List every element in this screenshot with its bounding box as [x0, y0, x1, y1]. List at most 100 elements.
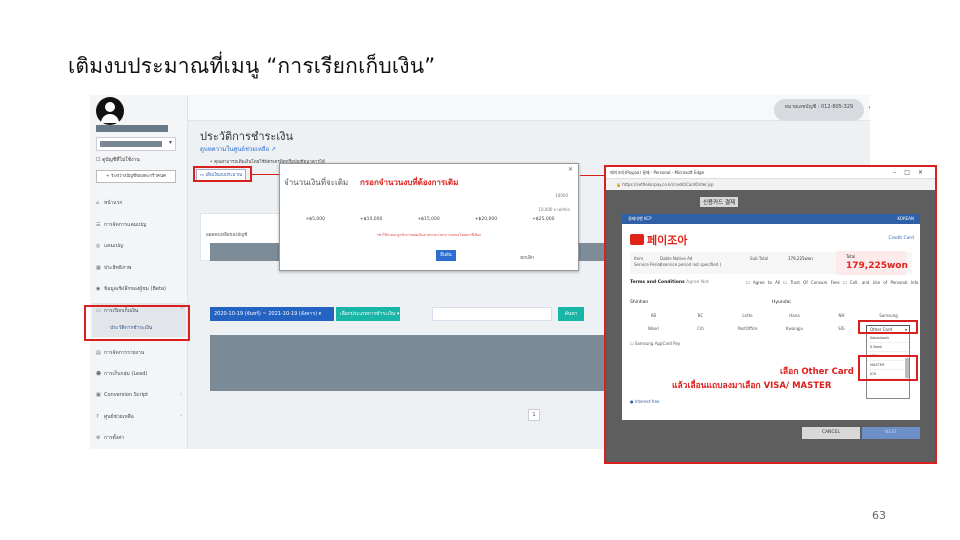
sidebar-item-settings[interactable]: ⚙ การตั้งค่า [96, 434, 124, 442]
people-icon: ☻ [96, 371, 102, 377]
payment-provider: 결제대행 KCP [628, 216, 652, 221]
account-select[interactable]: ▾ [96, 137, 176, 151]
card-option[interactable]: NH [818, 313, 865, 318]
card-option[interactable]: PostOffice [724, 326, 771, 331]
code-icon: ▣ [96, 392, 101, 398]
address-bar[interactable]: 🔒 https://settlekorpay.co.kr/credit/Card… [606, 179, 935, 190]
payment-type-filter[interactable]: เลือกประเภทการชำระเงิน ▾ [336, 307, 400, 321]
sidebar-item-performance[interactable]: ▦ ประสิทธิภาพ [96, 264, 131, 272]
card-option[interactable]: Samsung [865, 313, 912, 318]
date-range-select[interactable]: 2020-10-19 (จันทร์) ~ 2021-10-19 (อังคาร… [210, 307, 334, 321]
quick-amount-button[interactable]: +฿5,000 [305, 217, 325, 229]
page-number: 63 [872, 509, 886, 522]
sidebar-item-label: ข้อมูลเชิงลึกของผู้ชม (Beta) [104, 286, 166, 292]
logo-mark [630, 234, 644, 245]
quick-amount-button[interactable]: +฿25,000 [532, 217, 554, 229]
sidebar-item-audience[interactable]: ◉ ข้อมูลเชิงลึกของผู้ชม (Beta) [96, 285, 166, 293]
card-option[interactable]: Citi [677, 326, 724, 331]
sidebar-item-leads[interactable]: ☻ การเก็บกลุ่ม (Lead) [96, 370, 147, 378]
credit-card-label: Credit Card [888, 236, 915, 241]
chevron-right-icon: › [180, 392, 182, 398]
sidebar: ▾ ☐ ดูบัญชีที่ไม่ใช้งาน + ระหว่างบัญชีขอ… [90, 95, 188, 449]
pagination-page[interactable]: 1 [528, 409, 540, 421]
hyundai-label[interactable]: Hyundai [772, 300, 791, 305]
highlight-billing-menu [84, 305, 190, 341]
popup-heading: 신용카드 결제 [700, 197, 739, 207]
chevron-down-icon: ▾ [168, 139, 172, 146]
terms-label: Terms and Conditions [630, 280, 685, 285]
sidebar-item-label: หน้าแรก [104, 200, 123, 206]
chevron-right-icon: › [180, 413, 182, 419]
close-icon[interactable]: ✕ [568, 166, 573, 173]
search-button[interactable]: ค้นหา [558, 307, 584, 321]
quick-amount-row: +฿5,000 +฿10,000 +฿15,000 +฿20,000 +฿25,… [288, 217, 572, 229]
help-link[interactable]: ดูบทความในศูนย์ช่วยเหลือ ↗ [200, 144, 276, 154]
inactive-accounts-label: ดูบัญชีที่ไม่ใช้งาน [102, 157, 140, 163]
shinhan-label[interactable]: Shinhan [630, 300, 648, 305]
topbar: หมายเลขบัญชี : 012-805-329 ♪ [188, 95, 870, 121]
dropdown-option[interactable]: K Bank [867, 343, 909, 352]
quick-amount-button[interactable]: +฿10,000 [360, 217, 382, 229]
card-option[interactable]: Kwangju [771, 326, 818, 331]
slide-title: เติมงบประมาณที่เมนู “การเรียกเก็บเงิน” [68, 54, 436, 78]
confirm-button[interactable]: ยืนยัน [436, 250, 456, 261]
window-title-bar: 페이조아(Payjoa) 결제 - Personal - Microsoft E… [606, 167, 935, 179]
logo-text: 페이조아 [647, 234, 688, 247]
window-controls[interactable]: –□✕ [893, 167, 931, 179]
card-row: KB BC Lotte Hana NH Samsung [630, 313, 912, 318]
service-value: ( service period not specified ) [660, 262, 722, 267]
report-icon: ▤ [96, 350, 101, 356]
sidebar-item-label: Conversion Script [104, 392, 149, 398]
amount-input[interactable]: 10000 [555, 193, 568, 198]
page-title: ประวัติการชำระเงิน [200, 130, 293, 143]
add-account-button[interactable]: + ระหว่างบัญชีของตะกร้าคนค [96, 170, 176, 183]
sidebar-item-label: แคมเปญ [104, 243, 124, 249]
account-number-pill: หมายเลขบัญชี : 012-805-329 [774, 99, 864, 121]
sidebar-item-reports[interactable]: ▤ การจัดการรายงาน [96, 349, 144, 357]
inactive-accounts-checkbox[interactable]: ☐ ดูบัญชีที่ไม่ใช้งาน [96, 156, 140, 164]
eye-icon: ◉ [96, 286, 101, 292]
samsung-pay-option[interactable]: ☐ Samsung AppCard Pay [630, 341, 680, 346]
samsung-pay-label: Samsung AppCard Pay [634, 341, 681, 346]
account-select-value [100, 141, 162, 147]
item-value: Dable Native Ad [660, 256, 693, 261]
terms-options[interactable]: ☐ Agree to All ☐ Trust Of Consum Fees ☐ … [746, 280, 918, 285]
card-option[interactable]: Lotte [724, 313, 771, 318]
list-icon: ☰ [96, 222, 101, 228]
sidebar-item-help[interactable]: ? ศูนย์ช่วยเหลือ › [96, 413, 182, 421]
arrow-to-popup [580, 175, 604, 176]
payjoa-logo: 페이조아 [630, 232, 687, 248]
sidebar-item-home[interactable]: ⌂ หน้าแรก [96, 199, 122, 207]
chart-icon: ▦ [96, 265, 101, 271]
avatar[interactable] [96, 97, 124, 125]
subtotal-label: Sub Total [750, 256, 769, 261]
arrow-to-modal [252, 174, 280, 175]
sidebar-item-campaign-mgmt[interactable]: ☰ การจัดการแคมเปญ [96, 221, 146, 229]
interest-free-link[interactable]: ● Interest-free [630, 399, 660, 404]
sidebar-item-label: ประสิทธิภาพ [104, 265, 132, 271]
cancel-button[interactable]: ยกเลิก [520, 254, 534, 262]
total-box: Total 179,225won [836, 251, 908, 275]
external-link-icon: ↗ [271, 146, 277, 153]
popup-next-button[interactable]: NEXT [862, 427, 920, 439]
quick-amount-button[interactable]: +฿20,000 [475, 217, 497, 229]
popup-cancel-button[interactable]: CANCEL [802, 427, 860, 439]
sidebar-item-conversion[interactable]: ▣ Conversion Script › [96, 392, 182, 398]
card-option[interactable]: Hana [771, 313, 818, 318]
home-icon: ⌂ [96, 200, 100, 206]
card-option[interactable]: KB [630, 313, 677, 318]
dropdown-option[interactable]: Kakaobank [867, 334, 909, 343]
language-select[interactable]: KOREAN [897, 214, 914, 224]
sidebar-item-campaign[interactable]: ◎ แคมเปญ [96, 242, 123, 250]
bell-icon[interactable]: ♪ [868, 100, 870, 111]
window-title: 페이조아(Payjoa) 결제 - Personal - Microsoft E… [610, 170, 705, 175]
highlight-other-card [858, 320, 918, 334]
amount-unit: 10,000 บาท/min [538, 207, 570, 212]
card-option[interactable]: BC [677, 313, 724, 318]
search-input[interactable] [432, 307, 552, 321]
sidebar-item-label: ศูนย์ช่วยเหลือ [104, 414, 134, 420]
quick-amount-button[interactable]: +฿15,000 [417, 217, 439, 229]
highlight-topup-button [193, 166, 252, 182]
sidebar-item-label: การเก็บกลุ่ม (Lead) [104, 371, 148, 377]
card-option[interactable]: Woori [630, 326, 677, 331]
